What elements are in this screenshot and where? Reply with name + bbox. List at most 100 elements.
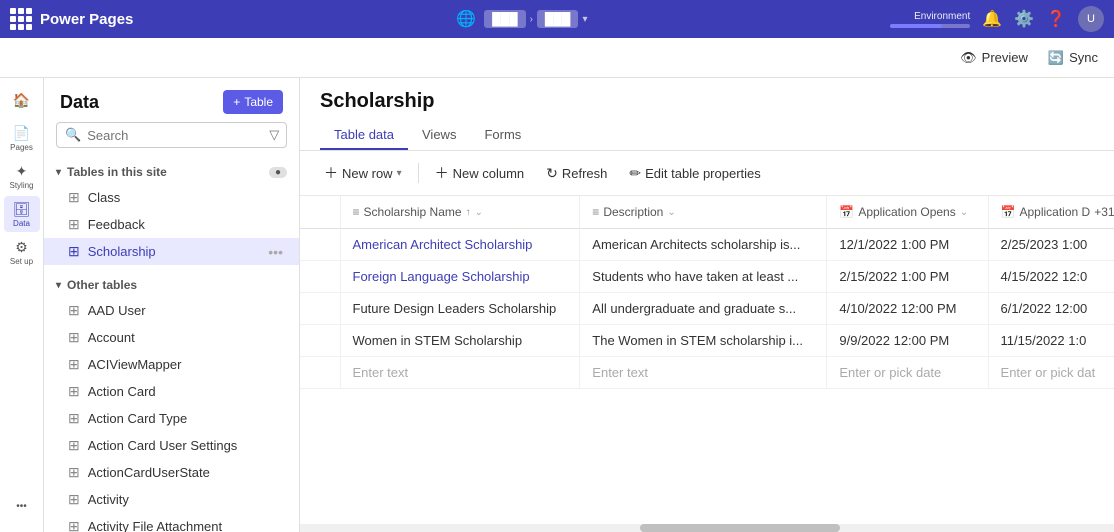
- tab-views[interactable]: Views: [408, 121, 470, 150]
- sidebar-item-class[interactable]: ⊞ Class: [44, 184, 299, 211]
- content-area: Scholarship Table data Views Forms ＋ New…: [300, 78, 1114, 532]
- table-row: American Architect Scholarship American …: [300, 229, 1114, 261]
- edit-table-button[interactable]: ✏ Edit table properties: [621, 161, 768, 186]
- search-bar[interactable]: 🔍 ▽: [56, 122, 287, 148]
- sidebar-item-pages[interactable]: 📄 Pages: [4, 120, 40, 156]
- date-col-icon: 📅: [839, 205, 854, 219]
- icon-sidebar: 🏠 📄 Pages ✦ Styling 🗄 Data ⚙ Set up •••: [0, 78, 44, 532]
- more-cols-button[interactable]: +31 more ▾: [1094, 205, 1114, 219]
- sidebar-item-data[interactable]: 🗄 Data: [4, 196, 40, 232]
- refresh-button[interactable]: ↻ Refresh: [538, 161, 615, 186]
- chevron-down-icon: ▾: [56, 280, 61, 291]
- sidebar-item-action-card-type[interactable]: ⊞ Action Card Type: [44, 405, 299, 432]
- sidebar-item-activity[interactable]: ⊞ Activity: [44, 486, 299, 513]
- sidebar-item-aciviewmapper[interactable]: ⊞ ACIViewMapper: [44, 351, 299, 378]
- sidebar-item-action-card-user-settings[interactable]: ⊞ Action Card User Settings: [44, 432, 299, 459]
- new-row-button[interactable]: ＋ New row ▾: [316, 159, 410, 187]
- topbar-right: Environment 🔔 ⚙️ ❓ U: [890, 6, 1104, 32]
- sort-asc-icon[interactable]: ↑: [466, 207, 471, 218]
- other-tables-label: Other tables: [67, 278, 137, 292]
- breadcrumb-item-1[interactable]: ███: [484, 10, 526, 28]
- new-row-chevron[interactable]: ▾: [397, 168, 402, 179]
- grid-icon: ⊞: [68, 437, 80, 454]
- preview-button[interactable]: 👁 Preview: [952, 46, 1036, 70]
- filter-icon[interactable]: ⌄: [960, 207, 968, 218]
- scholarship-name-placeholder[interactable]: Enter text: [340, 357, 580, 389]
- environment-bar-fill: [890, 24, 942, 28]
- more-icon: •••: [16, 501, 27, 512]
- col-scholarship-name-label: Scholarship Name: [364, 205, 462, 219]
- application-d-placeholder[interactable]: Enter or pick dat: [988, 357, 1114, 389]
- row-number: [300, 357, 340, 389]
- secondbar: 👁 Preview 🔄 Sync: [0, 38, 1114, 78]
- sidebar-item-feedback[interactable]: ⊞ Feedback: [44, 211, 299, 238]
- grid-icon: ⊞: [68, 518, 80, 532]
- pages-label: Pages: [10, 143, 33, 152]
- add-table-button[interactable]: + Table: [223, 90, 283, 114]
- grid-icon: ⊞: [68, 383, 80, 400]
- table-scrollbar-thumb[interactable]: [640, 524, 840, 532]
- item-more-button[interactable]: •••: [268, 244, 283, 260]
- help-icon[interactable]: ❓: [1046, 9, 1066, 29]
- sidebar-item-actioncarduserstate[interactable]: ⊞ ActionCardUserState: [44, 459, 299, 486]
- sync-label: Sync: [1069, 50, 1098, 65]
- settings-icon[interactable]: ⚙️: [1014, 9, 1034, 29]
- styling-label: Styling: [9, 181, 33, 190]
- col-application-opens[interactable]: 📅 Application Opens ⌄: [827, 196, 988, 229]
- sidebar-item-home[interactable]: 🏠: [4, 82, 40, 118]
- grid-icon: ⊞: [68, 491, 80, 508]
- search-input[interactable]: [87, 128, 263, 143]
- filter-icon[interactable]: ⌄: [667, 207, 675, 218]
- data-sidebar-title: Data: [60, 92, 99, 113]
- toolbar-divider-1: [418, 163, 419, 183]
- table-scrollbar[interactable]: [300, 524, 1114, 532]
- sync-button[interactable]: 🔄 Sync: [1048, 50, 1098, 66]
- tables-in-site-header[interactable]: ▾ Tables in this site ●: [44, 160, 299, 184]
- sidebar-item-aad-user[interactable]: ⊞ AAD User: [44, 297, 299, 324]
- data-sidebar-scroll: ▾ Tables in this site ● ⊞ Class ⊞ Feedba…: [44, 156, 299, 532]
- activity-label: Activity: [88, 492, 129, 507]
- avatar[interactable]: U: [1078, 6, 1104, 32]
- setup-icon: ⚙: [15, 239, 28, 256]
- pages-icon: 📄: [13, 125, 30, 142]
- breadcrumb-item-2[interactable]: ███: [537, 10, 579, 28]
- aciviewmapper-label: ACIViewMapper: [88, 357, 182, 372]
- refresh-label: Refresh: [562, 166, 608, 181]
- scholarship-name-cell[interactable]: Foreign Language Scholarship: [340, 261, 580, 293]
- plus-icon: ＋: [324, 163, 338, 183]
- notification-icon[interactable]: 🔔: [982, 9, 1002, 29]
- sidebar-item-account[interactable]: ⊞ Account: [44, 324, 299, 351]
- filter-icon[interactable]: ⌄: [475, 207, 483, 218]
- tables-in-site-section: ▾ Tables in this site ● ⊞ Class ⊞ Feedba…: [44, 156, 299, 269]
- styling-icon: ✦: [16, 163, 28, 180]
- content-title: Scholarship: [320, 90, 1094, 113]
- col-application-d[interactable]: 📅 Application D +31 more ▾ ＋: [988, 196, 1114, 229]
- sidebar-item-scholarship[interactable]: ⊞ Scholarship •••: [44, 238, 299, 265]
- scholarship-name-cell[interactable]: American Architect Scholarship: [340, 229, 580, 261]
- application-opens-placeholder[interactable]: Enter or pick date: [827, 357, 988, 389]
- description-cell: American Architects scholarship is...: [580, 229, 827, 261]
- sidebar-item-setup[interactable]: ⚙ Set up: [4, 234, 40, 270]
- sidebar-item-action-card[interactable]: ⊞ Action Card: [44, 378, 299, 405]
- description-placeholder[interactable]: Enter text: [580, 357, 827, 389]
- tables-in-site-badge: ●: [269, 167, 287, 178]
- col-description-label: Description: [603, 205, 663, 219]
- application-opens-cell: 9/9/2022 12:00 PM: [827, 325, 988, 357]
- breadcrumb-chevron-down[interactable]: ▾: [582, 14, 587, 25]
- description-cell: Students who have taken at least ...: [580, 261, 827, 293]
- tab-forms[interactable]: Forms: [470, 121, 535, 150]
- table-row: Foreign Language Scholarship Students wh…: [300, 261, 1114, 293]
- filter-icon[interactable]: ▽: [269, 127, 279, 143]
- other-tables-header[interactable]: ▾ Other tables: [44, 273, 299, 297]
- tab-table-data[interactable]: Table data: [320, 121, 408, 150]
- account-label: Account: [88, 330, 135, 345]
- sidebar-item-activity-file-attachment[interactable]: ⊞ Activity File Attachment: [44, 513, 299, 532]
- sidebar-more-button[interactable]: •••: [4, 488, 40, 524]
- col-scholarship-name[interactable]: ≡ Scholarship Name ↑ ⌄: [340, 196, 580, 229]
- sidebar-item-styling[interactable]: ✦ Styling: [4, 158, 40, 194]
- app-logo[interactable]: Power Pages: [10, 8, 133, 30]
- table-toolbar: ＋ New row ▾ ＋ New column ↻ Refresh ✏ Edi…: [300, 151, 1114, 196]
- new-column-button[interactable]: ＋ New column: [427, 159, 533, 187]
- col-description[interactable]: ≡ Description ⌄: [580, 196, 827, 229]
- content-tabs: Table data Views Forms: [320, 121, 1094, 150]
